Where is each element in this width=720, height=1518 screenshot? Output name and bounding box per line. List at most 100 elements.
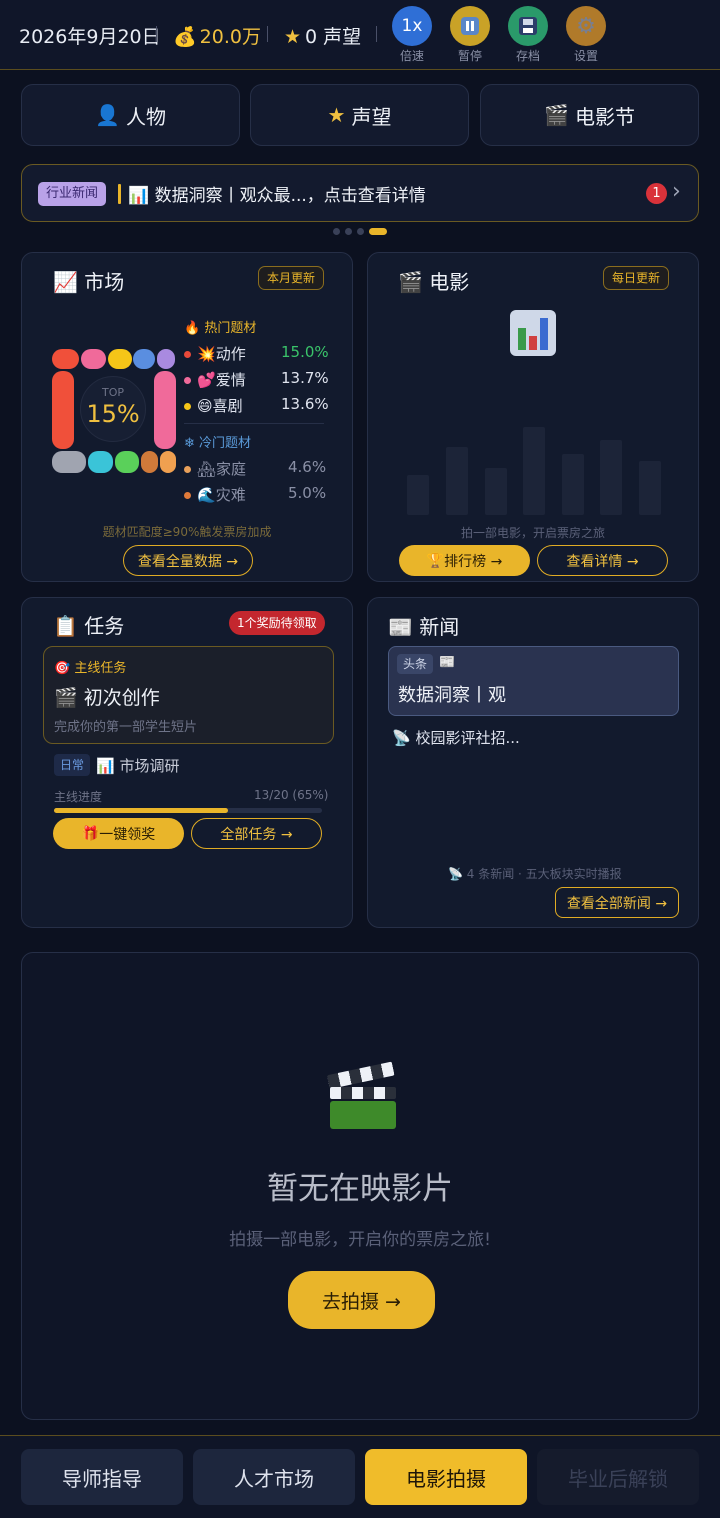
genre-pct-comedy: 13.6% — [281, 395, 329, 413]
placeholder-bar — [446, 447, 468, 515]
pause-label: 暂停 — [457, 49, 482, 63]
genre-pct-family: 4.6% — [288, 458, 327, 476]
divider — [267, 26, 268, 42]
progress-track — [54, 808, 322, 813]
carousel-dot[interactable] — [333, 228, 340, 235]
main-quest-label: 🎯 主线任务 — [54, 661, 127, 676]
clapperboard-icon: 🎬 — [544, 103, 569, 127]
placeholder-bar — [600, 440, 622, 515]
nav-film-shooting[interactable]: 电影拍摄 — [365, 1449, 527, 1505]
news-ticker[interactable]: 行业新闻 📊 数据洞察丨观众最...，点击查看详情 1 › — [21, 164, 699, 222]
genre-pct-action: 15.0% — [281, 343, 329, 361]
nav-mentor[interactable]: 导师指导 — [21, 1449, 183, 1505]
divider — [376, 26, 377, 42]
gear-icon: ⚙ — [576, 13, 596, 39]
genre-row-romance: 💕爱情 — [184, 369, 246, 390]
genre-ring: TOP 15% — [50, 348, 176, 474]
placeholder-bar — [562, 454, 584, 515]
unread-badge: 1 — [646, 183, 667, 204]
satellite-icon: 📡 — [448, 867, 463, 881]
nav-locked-after-graduation: 毕业后解锁 — [537, 1449, 699, 1505]
bar-chart-icon — [510, 310, 556, 356]
news-title: 📰 新闻 — [388, 615, 460, 639]
carousel-dot-active[interactable] — [369, 228, 387, 235]
go-shoot-button[interactable]: 去拍摄 → — [288, 1271, 435, 1329]
genre-row-disaster: 🌊灾难 — [184, 484, 246, 505]
divider — [156, 26, 157, 42]
match-footnote: 题材匹配度≥90%触发票房加成 — [102, 525, 272, 539]
clipboard-icon: 📋 — [53, 614, 78, 638]
trophy-icon: 🏆 — [426, 552, 445, 569]
target-icon: 🎯 — [54, 661, 71, 676]
save-button[interactable] — [508, 6, 548, 46]
carousel-dot[interactable] — [357, 228, 364, 235]
bottom-nav: 导师指导 人才市场 电影拍摄 毕业后解锁 — [0, 1435, 720, 1518]
news-item[interactable]: 📡 校园影评社招... — [392, 727, 520, 748]
newspaper-icon: 📰 — [388, 615, 413, 639]
grin-icon: 😄 — [197, 397, 213, 415]
color-dot — [184, 351, 191, 358]
clapperboard-icon: 🎬 — [398, 270, 423, 294]
pause-button[interactable] — [450, 6, 490, 46]
view-details-button[interactable]: 查看详情 → — [537, 545, 668, 576]
placeholder-bar — [639, 461, 661, 515]
accent-bar — [118, 184, 121, 204]
money-display: 💰 20.0万 — [173, 26, 261, 48]
cold-genres-header: ❄ 冷门题材 — [184, 436, 252, 451]
nav-talent-market[interactable]: 人才市场 — [193, 1449, 355, 1505]
satellite-icon: 📡 — [392, 729, 411, 747]
main-quest-panel[interactable]: 🎯 主线任务 🎬 初次创作 完成你的第一部学生短片 — [43, 646, 334, 744]
heart-icon: 💕 — [197, 371, 216, 389]
headline-text: 数据洞察丨观 — [398, 685, 506, 706]
movies-empty-text: 拍一部电影，开启票房之旅 — [460, 526, 605, 540]
divider — [184, 423, 324, 424]
ranking-button[interactable]: 🏆 排行榜 → — [399, 545, 530, 576]
color-dot — [184, 492, 191, 499]
placeholder-bar — [407, 475, 429, 515]
save-label: 存档 — [515, 49, 540, 63]
daily-task[interactable]: 📊 市场调研 — [96, 755, 179, 776]
clapperboard-icon — [327, 1061, 396, 1131]
main-quest-desc: 完成你的第一部学生短片 — [54, 720, 198, 735]
chevron-right-icon[interactable]: › — [672, 179, 681, 204]
carousel-dot[interactable] — [345, 228, 352, 235]
top-value: 15% — [86, 400, 140, 428]
tab-characters[interactable]: 👤 人物 — [21, 84, 240, 146]
color-dot — [184, 466, 191, 473]
tasks-title: 📋 任务 — [53, 614, 125, 638]
top-label: TOP — [101, 386, 124, 399]
speed-button[interactable]: 1x — [392, 6, 432, 46]
view-all-data-button[interactable]: 查看全量数据 → — [123, 545, 253, 576]
all-tasks-button[interactable]: 全部任务 → — [191, 818, 322, 849]
game-date: 2026年9月20日 — [19, 26, 161, 48]
genre-row-family: 🏘家庭 — [184, 458, 246, 479]
explosion-icon: 💥 — [197, 345, 216, 363]
headline-panel[interactable]: 头条 📰 数据洞察丨观 — [388, 646, 679, 716]
fire-icon: 🔥 — [184, 321, 201, 336]
reputation-display: ★ 0 声望 — [284, 26, 362, 48]
daily-update-tag: 每日更新 — [603, 266, 670, 290]
monthly-update-tag: 本月更新 — [258, 266, 325, 290]
tab-film-festival[interactable]: 🎬 电影节 — [480, 84, 699, 146]
color-dot — [184, 377, 191, 384]
genre-pct-romance: 13.7% — [281, 369, 329, 387]
gift-icon: 🎁 — [81, 825, 100, 842]
floppy-disk-icon — [519, 17, 537, 35]
snowflake-icon: ❄ — [184, 436, 195, 451]
headline-tag: 头条 — [397, 654, 434, 674]
reward-pending-badge[interactable]: 1个奖励待领取 — [229, 611, 325, 635]
wave-icon: 🌊 — [197, 486, 216, 504]
settings-button[interactable]: ⚙ — [566, 6, 606, 46]
tab-reputation[interactable]: ★ 声望 — [250, 84, 469, 146]
view-all-news-button[interactable]: 查看全部新闻 → — [555, 887, 679, 918]
speed-label: 倍速 — [399, 49, 424, 63]
market-title: 📈 市场 — [53, 270, 125, 294]
genre-pct-disaster: 5.0% — [288, 484, 327, 502]
claim-all-button[interactable]: 🎁 一键领奖 — [53, 818, 184, 849]
color-dot — [184, 403, 191, 410]
daily-tag: 日常 — [54, 754, 91, 776]
progress-fill — [54, 808, 229, 813]
person-icon: 👤 — [95, 103, 120, 127]
money-bag-icon: 💰 — [173, 26, 197, 48]
news-card: 📰 新闻 头条 📰 数据洞察丨观 📡 校园影评社招... 📡 4 条新闻 · 五… — [367, 597, 699, 928]
